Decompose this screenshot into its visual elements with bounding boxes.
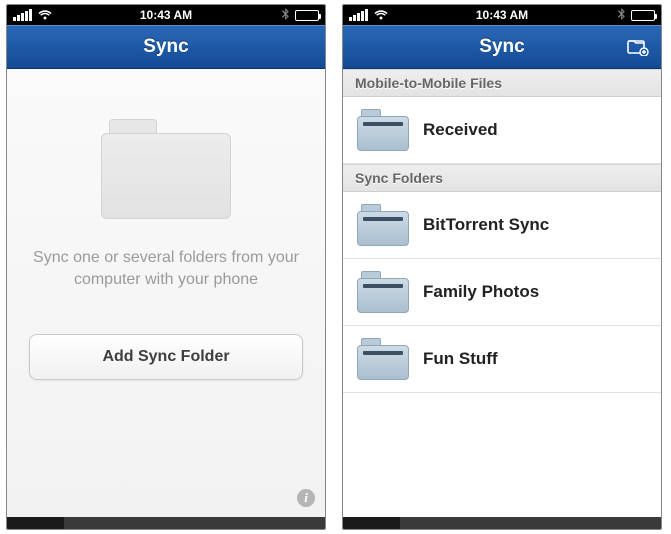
empty-message: Sync one or several folders from your co… — [29, 247, 303, 290]
folder-label: Family Photos — [423, 282, 539, 302]
folder-icon — [357, 271, 409, 313]
status-bar: 10:43 AM — [343, 5, 661, 25]
folder-row-family-photos[interactable]: Family Photos — [343, 259, 661, 326]
folder-row-bittorrent-sync[interactable]: BitTorrent Sync — [343, 192, 661, 259]
folder-icon — [357, 109, 409, 151]
bluetooth-icon — [282, 8, 289, 23]
folder-icon — [357, 338, 409, 380]
folder-row-fun-stuff[interactable]: Fun Stuff — [343, 326, 661, 393]
folder-label: Received — [423, 120, 498, 140]
status-time: 10:43 AM — [343, 8, 661, 22]
folder-list: Mobile-to-Mobile Files Received Sync Fol… — [343, 69, 661, 517]
bluetooth-icon — [618, 8, 625, 23]
signal-icon — [349, 9, 368, 21]
folder-placeholder-icon — [101, 119, 231, 219]
folder-label: BitTorrent Sync — [423, 215, 549, 235]
add-sync-folder-button[interactable]: Add Sync Folder — [29, 334, 303, 380]
status-bar: 10:43 AM — [7, 5, 325, 25]
bottom-strip — [7, 517, 325, 529]
nav-header: Sync — [7, 25, 325, 69]
bottom-strip — [343, 517, 661, 529]
signal-icon — [13, 9, 32, 21]
folder-icon — [357, 204, 409, 246]
battery-icon — [295, 10, 319, 21]
nav-header: Sync — [343, 25, 661, 69]
phone-screen-list: 10:43 AM Sync Mobile-to-Mobile Files Rec… — [342, 4, 662, 530]
wifi-icon — [38, 10, 52, 20]
section-header-mobile: Mobile-to-Mobile Files — [343, 69, 661, 97]
empty-state: Sync one or several folders from your co… — [7, 69, 325, 517]
page-title: Sync — [143, 36, 188, 58]
add-folder-icon[interactable] — [623, 33, 653, 61]
page-title: Sync — [479, 36, 524, 58]
folder-label: Fun Stuff — [423, 349, 498, 369]
status-time: 10:43 AM — [7, 8, 325, 22]
phone-screen-empty: 10:43 AM Sync Sync one or several folder… — [6, 4, 326, 530]
wifi-icon — [374, 10, 388, 20]
info-icon[interactable]: i — [297, 489, 315, 507]
battery-icon — [631, 10, 655, 21]
section-header-sync: Sync Folders — [343, 164, 661, 192]
folder-row-received[interactable]: Received — [343, 97, 661, 164]
